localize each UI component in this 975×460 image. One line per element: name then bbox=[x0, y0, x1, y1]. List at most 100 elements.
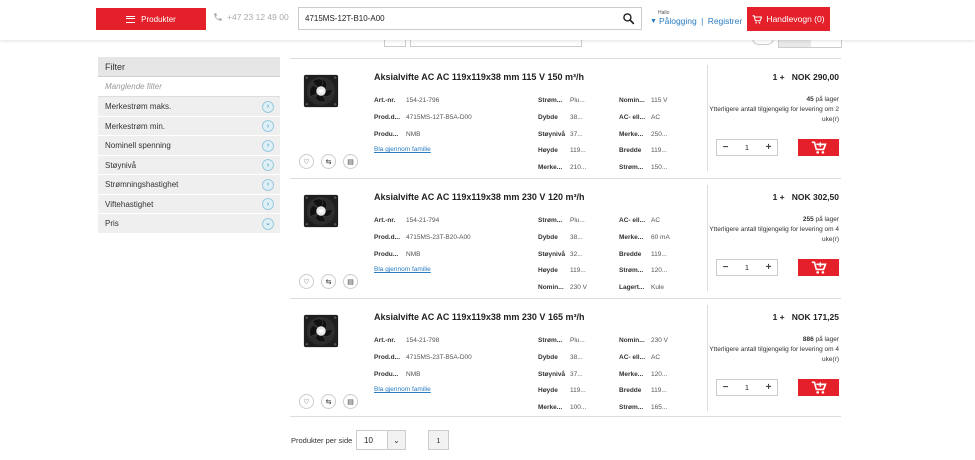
price-quantity: 1 + bbox=[772, 192, 785, 202]
register-link[interactable]: Registrer bbox=[708, 16, 742, 26]
filter-item-label: Pris bbox=[105, 219, 119, 228]
add-to-cart-button[interactable] bbox=[798, 259, 839, 276]
datasheet-icon[interactable]: ▤ bbox=[343, 274, 358, 289]
filter-item-nominell-spenning[interactable]: Nominell spenning › bbox=[98, 136, 280, 156]
spec-value: AC bbox=[651, 113, 661, 121]
availability-text: Ytterligere antall tilgjengelig for leve… bbox=[709, 106, 839, 123]
plus-icon[interactable]: + bbox=[760, 142, 777, 153]
search-icon[interactable] bbox=[622, 12, 635, 25]
product-image[interactable] bbox=[302, 311, 340, 351]
cart-button[interactable]: Handlevogn (0) bbox=[747, 7, 830, 31]
spec-value: 119... bbox=[570, 147, 586, 155]
add-to-cart-button[interactable] bbox=[798, 139, 839, 156]
product-image[interactable] bbox=[302, 71, 340, 111]
quantity-input[interactable]: 1 bbox=[734, 383, 760, 392]
product-title[interactable]: Aksialvifte AC AC 119x119x38 mm 115 V 15… bbox=[374, 72, 584, 82]
spec-value: NMB bbox=[406, 250, 421, 258]
price-value: NOK 290,00 bbox=[791, 72, 839, 82]
search-input[interactable] bbox=[305, 8, 605, 29]
product-card: ♡ ⇆ ▤ Aksialvifte AC AC 119x119x38 mm 230 V… bbox=[290, 178, 841, 297]
spec-key: Strøm... bbox=[538, 97, 563, 104]
products-menu-button[interactable]: Produkter bbox=[96, 8, 206, 30]
price-line: 1 + NOK 290,00 bbox=[773, 72, 839, 82]
chevron-right-icon[interactable]: › bbox=[262, 100, 274, 113]
chevron-right-icon[interactable]: › bbox=[262, 139, 274, 152]
chevron-right-icon[interactable]: › bbox=[262, 178, 274, 191]
quantity-input[interactable]: 1 bbox=[734, 143, 760, 152]
cart-add-icon bbox=[811, 261, 827, 274]
spec-row: Støynivå 37... bbox=[538, 371, 583, 378]
product-title[interactable]: Aksialvifte AC AC 119x119x38 mm 230 V 16… bbox=[374, 312, 584, 322]
datasheet-icon[interactable]: ▤ bbox=[343, 154, 358, 169]
minus-icon[interactable]: − bbox=[717, 382, 734, 393]
compare-icon[interactable]: ⇆ bbox=[321, 274, 336, 289]
filter-item-viftehastighet[interactable]: Viftehastighet › bbox=[98, 194, 280, 214]
chevron-right-icon[interactable]: › bbox=[262, 120, 274, 132]
stock-info: 886 på lager Ytterligere antall tilgjenge… bbox=[707, 335, 839, 365]
compare-icon[interactable]: ⇆ bbox=[321, 154, 336, 169]
filter-item-label: Støynivå bbox=[105, 160, 137, 170]
chevron-right-icon[interactable]: › bbox=[262, 198, 274, 210]
spec-row: Strøm... Plu... bbox=[538, 97, 585, 104]
filter-item-merkestrom-min[interactable]: Merkestrøm min. › bbox=[98, 116, 280, 136]
spec-value: 37... bbox=[570, 370, 583, 378]
phone-contact[interactable]: +47 23 12 49 00 bbox=[213, 12, 289, 22]
spec-key: Merke... bbox=[538, 164, 563, 172]
browse-family-link[interactable]: Bla gjennom familie bbox=[374, 146, 431, 153]
missing-filter-label: Manglende filter bbox=[98, 77, 280, 97]
browse-family-link[interactable]: Bla gjennom familie bbox=[374, 266, 431, 273]
spec-key: Art.-nr. bbox=[374, 337, 396, 344]
chevron-right-icon[interactable]: › bbox=[262, 159, 274, 171]
price-quantity: 1 + bbox=[772, 312, 785, 322]
phone-number: +47 23 12 49 00 bbox=[227, 12, 289, 22]
spec-row: Merke... 250... bbox=[619, 131, 667, 138]
minus-icon[interactable]: − bbox=[717, 262, 734, 273]
spec-value: 38... bbox=[570, 353, 583, 361]
filter-item-pris[interactable]: Pris ⌄ bbox=[98, 214, 280, 234]
spec-row: Merke... 60 mA bbox=[619, 234, 670, 241]
datasheet-icon[interactable]: ▤ bbox=[343, 394, 358, 409]
heart-icon[interactable]: ♡ bbox=[299, 394, 314, 409]
price-line: 1 + NOK 302,50 bbox=[773, 192, 839, 202]
cart-icon bbox=[752, 14, 763, 24]
spec-value: Plu... bbox=[570, 217, 585, 224]
chevron-down-icon[interactable]: ▼ bbox=[650, 18, 657, 25]
product-image[interactable] bbox=[302, 191, 340, 231]
per-page-select[interactable]: 10 ⌄ bbox=[356, 430, 406, 450]
spec-value: 120... bbox=[651, 370, 668, 378]
filter-title: Filter bbox=[98, 57, 280, 77]
spec-key: Bredde bbox=[619, 250, 642, 258]
login-link[interactable]: Pålogging bbox=[659, 16, 697, 26]
price-value: NOK 302,50 bbox=[791, 192, 839, 202]
chevron-down-icon[interactable]: ⌄ bbox=[387, 431, 405, 449]
spec-value: 154-21-798 bbox=[406, 337, 440, 344]
heart-icon[interactable]: ♡ bbox=[299, 154, 314, 169]
browse-family-link[interactable]: Bla gjennom familie bbox=[374, 386, 431, 393]
heart-icon[interactable]: ♡ bbox=[299, 274, 314, 289]
spec-key: Strøm... bbox=[619, 164, 644, 172]
add-to-cart-button[interactable] bbox=[798, 379, 839, 396]
spec-key: Merke... bbox=[619, 370, 644, 378]
spec-key: Produ... bbox=[374, 370, 399, 378]
spec-value: 115 V bbox=[651, 97, 668, 104]
chevron-down-icon[interactable]: ⌄ bbox=[262, 217, 274, 230]
plus-icon[interactable]: + bbox=[760, 382, 777, 393]
product-title[interactable]: Aksialvifte AC AC 119x119x38 mm 230 V 12… bbox=[374, 192, 584, 202]
spec-key: Prod.d... bbox=[374, 233, 400, 241]
spec-row: Dybde 38... bbox=[538, 114, 583, 121]
login-separator: | bbox=[698, 16, 706, 26]
compare-icon[interactable]: ⇆ bbox=[321, 394, 336, 409]
spec-value: 4715MS-23T-B20-A00 bbox=[406, 233, 471, 241]
spec-value: 120... bbox=[651, 267, 668, 275]
filter-item-stoyniva[interactable]: Støynivå › bbox=[98, 155, 280, 175]
stock-text: på lager bbox=[813, 336, 840, 343]
plus-icon[interactable]: + bbox=[760, 262, 777, 273]
filter-item-label: Nominell spenning bbox=[105, 141, 171, 150]
minus-icon[interactable]: − bbox=[717, 142, 734, 153]
filter-item-stromningshastighet[interactable]: Strømningshastighet › bbox=[98, 175, 280, 195]
quantity-input[interactable]: 1 bbox=[734, 263, 760, 272]
stock-count: 886 bbox=[802, 336, 814, 343]
spec-key: Produ... bbox=[374, 130, 399, 138]
filter-item-merkestrom-maks[interactable]: Merkestrøm maks. › bbox=[98, 97, 280, 117]
page-button-current[interactable]: 1 bbox=[428, 430, 449, 450]
